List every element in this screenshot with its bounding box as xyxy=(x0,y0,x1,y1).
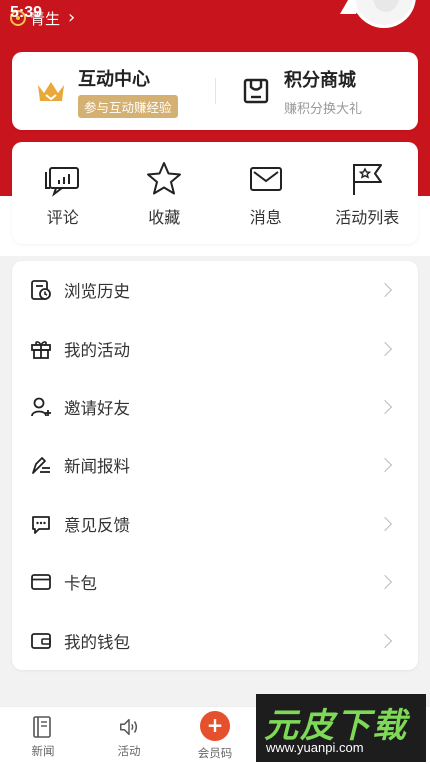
top-card: 互动中心 参与互动赚经验 积分商城 赚积分换大礼 xyxy=(12,52,418,130)
menu-item-feedback[interactable]: 意见反馈 xyxy=(12,495,418,553)
status-time: 5:39 xyxy=(10,4,43,21)
points-mall-subtitle: 赚积分换大礼 xyxy=(284,101,363,117)
chevron-right-icon xyxy=(377,458,393,473)
chevron-right-icon xyxy=(377,399,393,415)
quick-action-label: 收藏 xyxy=(148,208,181,227)
quick-action-label: 活动列表 xyxy=(335,208,400,227)
chevron-right-icon xyxy=(377,341,393,356)
wallet-icon xyxy=(31,632,51,649)
plus-icon: + xyxy=(200,711,230,741)
quick-actions-card: 评论 收藏 消息 活动列表 xyxy=(12,142,418,244)
menu-item-label: 新闻报料 xyxy=(64,457,130,477)
quick-action-label: 评论 xyxy=(46,208,79,227)
interaction-center-button[interactable]: 互动中心 参与互动赚经验 xyxy=(12,52,214,130)
tab-news[interactable]: 新闻 xyxy=(0,707,86,764)
speaker-icon xyxy=(120,718,138,736)
menu-item-label: 我的活动 xyxy=(64,340,130,360)
history-icon xyxy=(31,280,51,301)
tab-label: 会员码 xyxy=(197,746,233,760)
quick-action-activity-list[interactable]: 活动列表 xyxy=(317,142,419,244)
menu-item-label: 邀请好友 xyxy=(64,398,130,418)
tab-member-code[interactable]: + 会员码 xyxy=(172,707,258,764)
news-icon xyxy=(33,716,51,738)
menu-item-label: 浏览历史 xyxy=(64,282,130,302)
points-mall-title: 积分商城 xyxy=(284,69,356,91)
crown-icon xyxy=(36,79,66,103)
menu-item-news-tip[interactable]: 新闻报料 xyxy=(12,436,418,494)
quick-action-comment[interactable]: 评论 xyxy=(12,142,114,244)
interaction-center-title: 互动中心 xyxy=(78,68,150,90)
quick-action-label: 消息 xyxy=(249,208,282,227)
quick-action-favorites[interactable]: 收藏 xyxy=(114,142,216,244)
watermark-logo: 元皮下载 www.yuanpi.com xyxy=(256,694,426,762)
menu-item-my-activities[interactable]: 我的活动 xyxy=(12,319,418,377)
chevron-right-icon: › xyxy=(68,7,76,28)
card-icon xyxy=(31,574,51,591)
menu-item-card-pack[interactable]: 卡包 xyxy=(12,553,418,611)
gift-icon xyxy=(31,340,51,359)
menu-item-history[interactable]: 浏览历史 xyxy=(12,261,418,319)
tab-label: 新闻 xyxy=(31,744,55,758)
pen-report-icon xyxy=(32,457,50,475)
chevron-right-icon xyxy=(377,633,393,648)
invite-user-icon xyxy=(31,397,51,417)
tab-label: 活动 xyxy=(117,744,141,758)
points-mall-button[interactable]: 积分商城 赚积分换大礼 xyxy=(216,52,418,130)
menu-item-label: 意见反馈 xyxy=(64,515,130,535)
feedback-icon xyxy=(32,515,50,534)
menu-item-label: 卡包 xyxy=(64,574,97,594)
comment-icon xyxy=(44,167,79,197)
menu-item-wallet[interactable]: 我的钱包 xyxy=(12,611,418,669)
star-icon xyxy=(147,162,182,195)
watermark-url: www.yuanpi.com xyxy=(266,740,364,755)
flag-icon xyxy=(353,164,383,195)
menu-list: 浏览历史 我的活动 邀请好友 新闻报料 意见反馈 卡包 我的钱包 xyxy=(12,261,418,670)
tab-activities[interactable]: 活动 xyxy=(86,707,172,764)
mail-icon xyxy=(249,167,282,191)
chevron-right-icon xyxy=(377,516,393,531)
menu-item-label: 我的钱包 xyxy=(64,632,130,652)
chevron-right-icon xyxy=(377,283,393,298)
quick-action-messages[interactable]: 消息 xyxy=(215,142,317,244)
shopping-bag-icon xyxy=(242,77,270,105)
menu-item-invite-friends[interactable]: 邀请好友 xyxy=(12,378,418,436)
interaction-center-subtitle: 参与互动赚经验 xyxy=(78,94,178,118)
chevron-right-icon xyxy=(377,575,393,590)
